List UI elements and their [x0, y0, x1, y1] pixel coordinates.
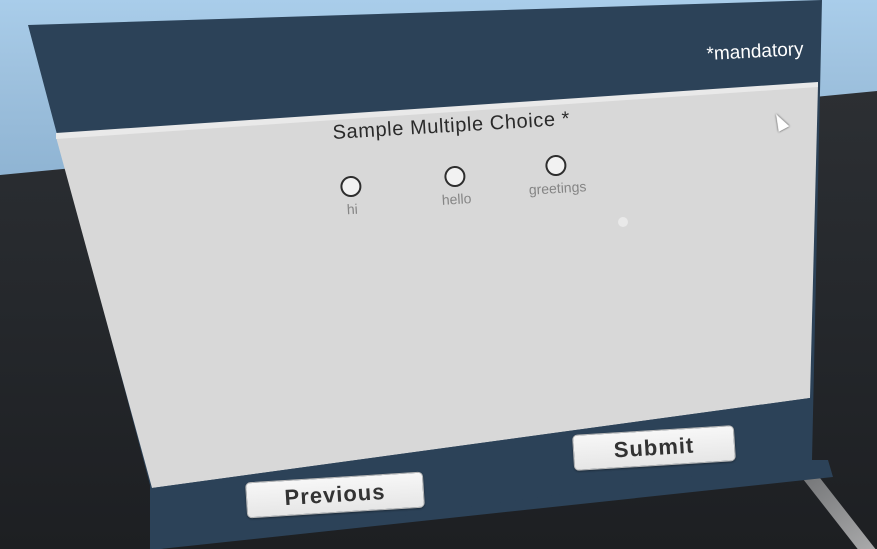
survey-panel: *mandatory Sample Multiple Choice * hi h… [0, 0, 877, 549]
radio-button-hello[interactable] [444, 165, 467, 188]
option-label-hi: hi [346, 200, 359, 218]
radio-button-greetings[interactable] [545, 154, 568, 177]
option-greetings[interactable]: greetings [527, 153, 587, 198]
radio-button-hi[interactable] [339, 175, 363, 198]
option-label-greetings: greetings [528, 178, 587, 198]
vr-scene: *mandatory Sample Multiple Choice * hi h… [0, 0, 877, 549]
laser-dot-icon [618, 217, 628, 227]
option-hello[interactable]: hello [440, 165, 472, 208]
option-hi[interactable]: hi [339, 175, 363, 218]
option-label-hello: hello [441, 190, 472, 208]
